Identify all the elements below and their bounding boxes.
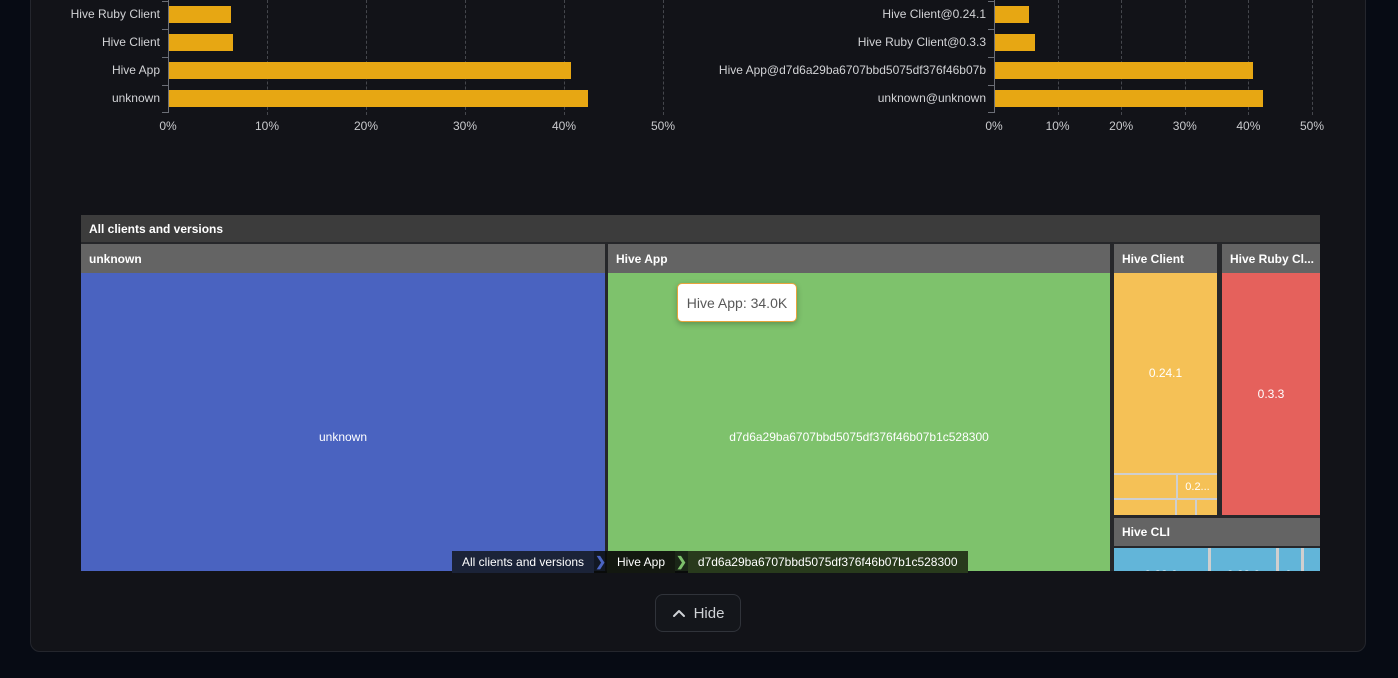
axis-tick (988, 29, 994, 30)
axis-tick (162, 112, 168, 113)
breadcrumb-item[interactable]: All clients and versions (452, 551, 594, 573)
bar-hive-app[interactable] (169, 62, 571, 79)
treemap-cell[interactable] (1177, 500, 1195, 515)
treemap-cell[interactable] (1114, 500, 1175, 515)
clients-bar-chart: Hive Ruby Client Hive Client Hive App unkno… (0, 0, 700, 140)
axis-tick (162, 29, 168, 30)
x-tick-label: 40% (1220, 119, 1276, 133)
treemap-cell[interactable]: 0.23.0 (1211, 548, 1276, 571)
category-label: Hive App@d7d6a29ba6707bbd5075df376f46b07… (700, 62, 986, 79)
category-label: Hive Client@0.24.1 (700, 6, 986, 23)
axis-tick (988, 112, 994, 113)
breadcrumb-item[interactable]: d7d6a29ba6707bbd5075df376f46b07b1c528300 (688, 551, 968, 573)
axis-tick (162, 1, 168, 2)
x-tick-label: 50% (1284, 119, 1340, 133)
x-tick-label: 20% (338, 119, 394, 133)
treemap-section-header[interactable]: unknown (81, 244, 605, 273)
treemap-section-header[interactable]: Hive App (608, 244, 1110, 273)
chevron-up-icon (672, 608, 686, 618)
treemap-title[interactable]: All clients and versions (81, 215, 1320, 242)
chevron-right-icon: ❯ (594, 551, 607, 573)
treemap-cell[interactable] (1114, 475, 1176, 498)
bar-hive-client[interactable] (169, 34, 233, 51)
category-label: Hive App (20, 62, 160, 79)
axis-tick (988, 57, 994, 58)
treemap-section-header[interactable]: Hive CLI (1114, 518, 1320, 546)
axis-tick (162, 57, 168, 58)
bar-hive-ruby-client[interactable] (169, 6, 231, 23)
axis-tick (162, 85, 168, 86)
bar-hive-app-d7d6a29ba6707bbd5075df376f46b07b[interactable] (995, 62, 1253, 79)
treemap-section-header[interactable]: Hive Ruby Cl... (1222, 244, 1320, 273)
x-tick-label: 0% (966, 119, 1022, 133)
x-tick-label: 30% (437, 119, 493, 133)
axis-tick (988, 1, 994, 2)
axis-tick (988, 85, 994, 86)
bar-unknown[interactable] (169, 90, 588, 107)
treemap-cell[interactable] (1304, 548, 1320, 571)
gridline (1312, 0, 1313, 115)
clients-versions-treemap: All clients and versions unknownunknownH… (81, 215, 1320, 571)
treemap-cell[interactable]: unknown (81, 273, 605, 571)
x-tick-label: 10% (1030, 119, 1086, 133)
treemap-tooltip: Hive App: 34.0K (677, 283, 797, 322)
chevron-right-icon: ❯ (675, 551, 688, 573)
category-label: Hive Client (20, 34, 160, 51)
treemap-cell[interactable]: 0.3.3 (1222, 273, 1320, 515)
category-label: Hive Ruby Client@0.3.3 (700, 34, 986, 51)
gridline (663, 0, 664, 115)
treemap-cell[interactable]: 0.2... (1178, 475, 1217, 498)
client-versions-bar-chart: Hive Client@0.24.1 Hive Ruby Client@0.3.3… (700, 0, 1398, 140)
treemap-cell[interactable]: 0.23.0 (1114, 548, 1208, 571)
breadcrumb-item[interactable]: Hive App (607, 551, 675, 573)
x-tick-label: 30% (1157, 119, 1213, 133)
bar-hive-client-0-24-1[interactable] (995, 6, 1029, 23)
bar-unknown-unknown[interactable] (995, 90, 1263, 107)
treemap-cell[interactable]: 0. (1279, 548, 1301, 571)
category-label: unknown (20, 90, 160, 107)
hide-button[interactable]: Hide (655, 594, 741, 632)
category-label: unknown@unknown (700, 90, 986, 107)
category-label: Hive Ruby Client (20, 6, 160, 23)
x-tick-label: 0% (140, 119, 196, 133)
treemap-section-header[interactable]: Hive Client (1114, 244, 1217, 273)
treemap-cell[interactable]: 0.24.1 (1114, 273, 1217, 473)
breadcrumb: All clients and versions❯Hive App❯d7d6a2… (452, 551, 968, 573)
x-tick-label: 40% (536, 119, 592, 133)
dashboard-stage: Hive Ruby ClientHive ClientHive Appunkno… (0, 0, 1398, 678)
x-tick-label: 10% (239, 119, 295, 133)
x-tick-label: 50% (635, 119, 691, 133)
bar-hive-ruby-client-0-3-3[interactable] (995, 34, 1035, 51)
x-tick-label: 20% (1093, 119, 1149, 133)
hide-button-label: Hide (694, 605, 725, 622)
treemap-cell[interactable] (1197, 500, 1217, 515)
